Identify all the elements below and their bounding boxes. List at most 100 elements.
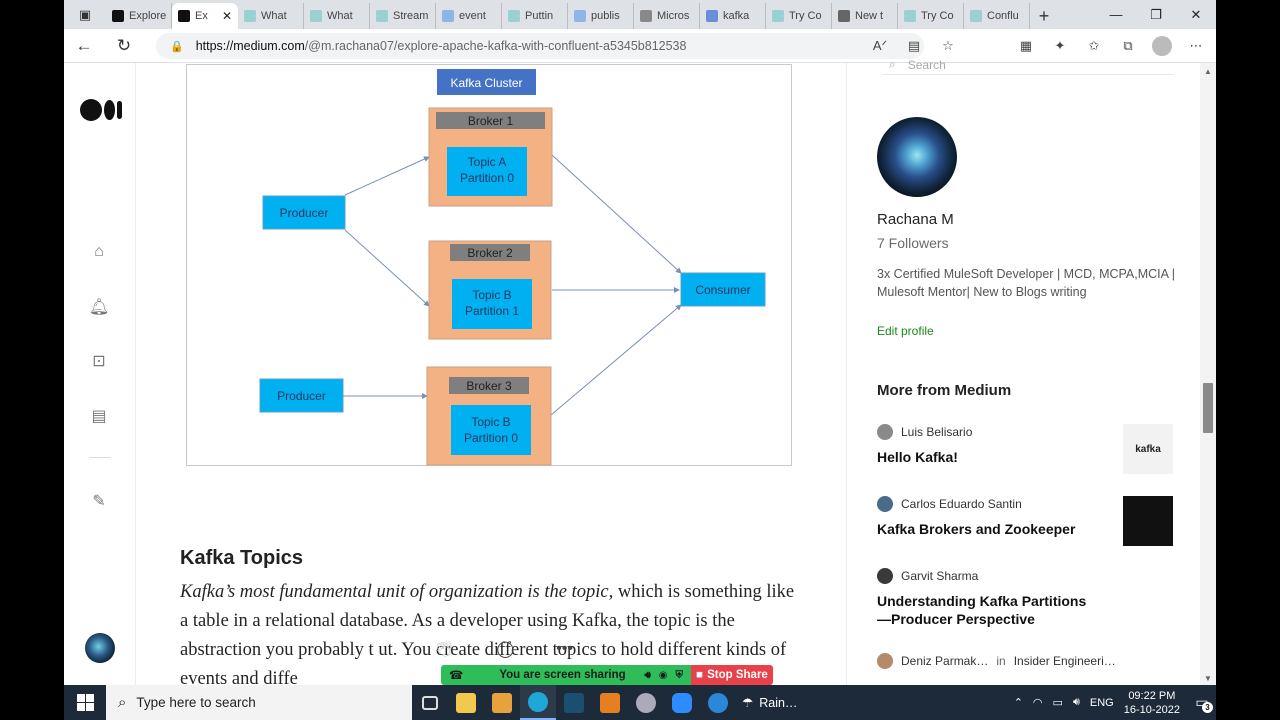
profile-avatar-icon[interactable] xyxy=(1152,36,1172,56)
bookmarks-icon[interactable]: ⊡ xyxy=(88,350,110,372)
rec-author[interactable]: Garvit Sharma xyxy=(901,569,978,583)
app-icon-gray[interactable] xyxy=(628,685,664,720)
more-menu-icon[interactable]: ⋯ xyxy=(1186,38,1206,54)
browser-tab[interactable]: Stream xyxy=(370,3,436,29)
rec-author[interactable]: Luis Belisario xyxy=(901,425,972,439)
file-explorer-icon[interactable] xyxy=(448,685,484,720)
medium-logo[interactable] xyxy=(80,99,122,121)
window-controls: — ❐ ✕ xyxy=(1096,0,1216,29)
broker-label-2: Broker 2 xyxy=(467,246,513,260)
taskbar-search[interactable]: ⌕ Type here to search xyxy=(106,685,412,720)
browser-tab[interactable]: Ex ✕ xyxy=(172,3,238,29)
browser-tab[interactable]: Micros xyxy=(634,3,700,29)
rec-title[interactable]: Understanding Kafka Partitions —Producer… xyxy=(877,592,1097,628)
favorites-icon[interactable]: ✩ xyxy=(1084,38,1104,54)
extensions-icon[interactable]: ✦ xyxy=(1050,38,1070,54)
tab-capture-icon[interactable]: ⧉ xyxy=(1118,38,1138,54)
followers-count[interactable]: 7 Followers xyxy=(877,235,949,251)
refresh-icon[interactable]: ↻ xyxy=(104,29,144,63)
tab-label: publis xyxy=(591,10,620,22)
immersive-reader-icon[interactable]: ▤ xyxy=(904,38,924,54)
edit-profile-link[interactable]: Edit profile xyxy=(877,324,934,338)
restore-icon[interactable]: ❐ xyxy=(1136,0,1176,29)
tab-label: Micros xyxy=(657,10,690,22)
stories-icon[interactable]: ▤ xyxy=(88,405,110,427)
task-view-icon[interactable] xyxy=(412,685,448,720)
recommendation-item[interactable]: Garvit Sharma Understanding Kafka Partit… xyxy=(877,568,1173,628)
page-scrollbar[interactable]: ▲ ▼ xyxy=(1200,63,1216,685)
add-favorite-icon[interactable]: ☆ xyxy=(938,38,958,54)
user-avatar[interactable] xyxy=(85,633,115,663)
clap-icon[interactable]: 👏︎ xyxy=(434,639,454,659)
author-name[interactable]: Rachana M xyxy=(877,211,954,228)
tab-favicon-icon xyxy=(970,10,982,22)
recommendation-item[interactable]: Luis Belisario Hello Kafka! kafka xyxy=(877,424,1173,474)
rec-thumbnail[interactable] xyxy=(1123,496,1173,546)
notifications-icon[interactable]: ▭ 3 xyxy=(1188,685,1216,720)
back-icon[interactable]: ← xyxy=(64,29,104,63)
clock[interactable]: 09:22 PM 16-10-2022 xyxy=(1124,689,1180,717)
browser-tab[interactable]: New t xyxy=(832,3,898,29)
paragraph-lede: Kafka’s most fundamental unit of organiz… xyxy=(180,582,614,602)
tab-label: New t xyxy=(855,10,884,22)
help-icon[interactable] xyxy=(700,685,736,720)
write-icon[interactable]: ✎ xyxy=(88,490,110,512)
weather-widget[interactable]: ☂ Rain… xyxy=(742,695,797,711)
browser-tab[interactable]: event xyxy=(436,3,502,29)
audio-icon[interactable]: 🔊︎ xyxy=(644,670,650,681)
consumer-label: Consumer xyxy=(695,283,750,297)
read-aloud-icon[interactable]: Aᐟ xyxy=(870,38,890,54)
zoom-icon[interactable] xyxy=(664,685,700,720)
rec-author[interactable]: Deniz Parmak… xyxy=(901,654,988,668)
comment-icon[interactable]: ◯ xyxy=(496,639,514,659)
tab-label: What xyxy=(327,10,353,22)
stop-share-button[interactable]: ■ Stop Share xyxy=(691,665,773,685)
minimize-icon[interactable]: — xyxy=(1096,0,1136,29)
new-tab-button[interactable]: + xyxy=(1030,3,1058,29)
left-rail: ⌂ 🔔︎ ⊡ ▤ ✎ xyxy=(64,63,136,685)
close-tab-icon[interactable]: ✕ xyxy=(222,9,232,23)
notifications-icon[interactable]: 🔔︎ xyxy=(88,296,110,318)
recommendation-item[interactable]: Carlos Eduardo Santin Kafka Brokers and … xyxy=(877,496,1173,546)
rec-thumbnail[interactable]: kafka xyxy=(1123,424,1173,474)
rec-title[interactable]: Kafka Brokers and Zookeeper xyxy=(877,520,1097,538)
start-button[interactable] xyxy=(64,685,106,720)
tray-overflow-icon[interactable]: ⌃ xyxy=(1014,696,1023,709)
search-input[interactable]: ⌕ Search xyxy=(883,55,1173,75)
url-field[interactable]: 🔒 https://medium.com/@m.rachana07/explor… xyxy=(156,33,924,59)
browser-tab[interactable]: What xyxy=(304,3,370,29)
author-avatar[interactable] xyxy=(877,117,957,197)
edge-icon[interactable] xyxy=(520,685,556,720)
home-icon[interactable]: ⌂ xyxy=(88,241,110,263)
app-icon-dark[interactable] xyxy=(556,685,592,720)
browser-tab[interactable]: Conflu xyxy=(964,3,1030,29)
scroll-down-icon[interactable]: ▼ xyxy=(1204,674,1212,683)
browser-tab[interactable]: Explore xyxy=(106,3,172,29)
app-icon-orange[interactable] xyxy=(592,685,628,720)
tab-actions-icon[interactable]: ▣ xyxy=(64,0,106,29)
browser-tab[interactable]: publis xyxy=(568,3,634,29)
scrollbar-thumb[interactable] xyxy=(1203,383,1213,433)
collections-icon[interactable]: ▦ xyxy=(1016,38,1036,54)
more-actions-icon[interactable]: ••• xyxy=(556,640,573,658)
browser-tab[interactable]: What xyxy=(238,3,304,29)
browser-tab[interactable]: Try Co xyxy=(898,3,964,29)
volume-icon[interactable]: 🔊︎ xyxy=(1073,696,1080,709)
rec-author[interactable]: Carlos Eduardo Santin xyxy=(901,497,1022,511)
wifi-icon[interactable]: ◠ xyxy=(1033,696,1043,709)
browser-tab[interactable]: Puttin xyxy=(502,3,568,29)
scroll-up-icon[interactable]: ▲ xyxy=(1204,67,1212,76)
battery-icon[interactable]: ▭ xyxy=(1053,696,1063,709)
browser-tab[interactable]: kafka xyxy=(700,3,766,29)
rec-title[interactable]: Hello Kafka! xyxy=(877,448,1097,466)
recommendation-item[interactable]: Deniz Parmak… in Insider Engineeri… xyxy=(877,653,1173,669)
rec-publication[interactable]: Insider Engineeri… xyxy=(1014,654,1116,668)
partition-label-3: Partition 0 xyxy=(464,431,518,445)
tab-strip: ▣ Explore Ex ✕ What What Stream event Puttin pub… xyxy=(64,0,1216,29)
language-indicator[interactable]: ENG xyxy=(1090,697,1114,709)
browser-tab[interactable]: Try Co xyxy=(766,3,832,29)
pause-icon[interactable]: ◉ xyxy=(659,670,668,681)
store-icon[interactable] xyxy=(484,685,520,720)
close-window-icon[interactable]: ✕ xyxy=(1176,0,1216,29)
right-sidebar: ⌕ Search Rachana M 7 Followers 3x Certifi… xyxy=(846,57,1198,685)
